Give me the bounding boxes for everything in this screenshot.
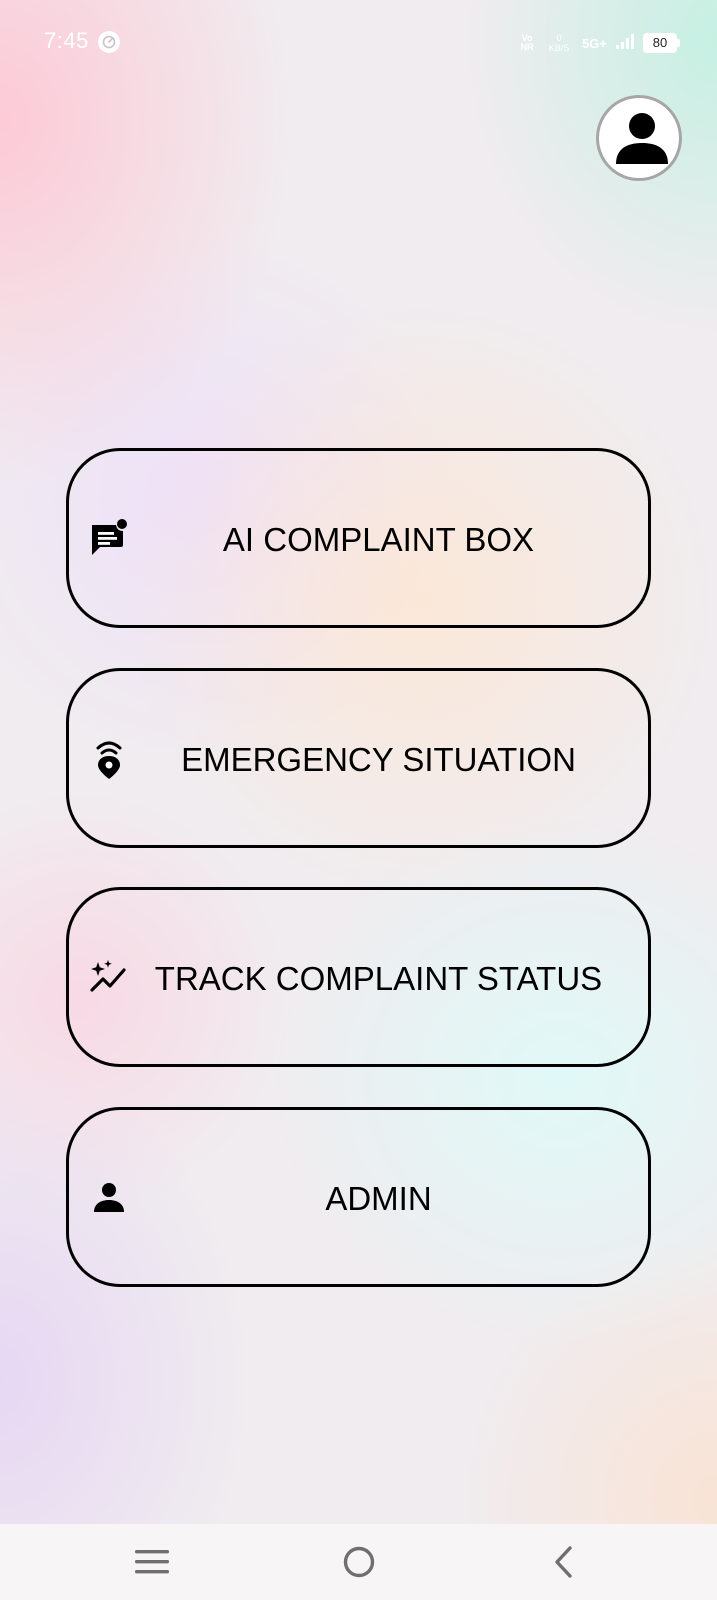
chevron-left-icon <box>555 1546 572 1578</box>
network-speed: 0 KB/S <box>548 33 570 53</box>
profile-avatar-button[interactable] <box>596 95 682 181</box>
menu-lines-icon <box>135 1550 169 1574</box>
status-indicators: Vo NR 0 KB/S 5G+ 80 <box>518 30 680 56</box>
recents-button[interactable] <box>128 1540 176 1584</box>
battery-indicator: 80 <box>643 33 680 53</box>
admin-label: ADMIN <box>325 1180 432 1217</box>
track-complaint-status-label: TRACK COMPLAINT STATUS <box>154 960 603 997</box>
speedometer-icon <box>98 31 120 53</box>
track-complaint-status-button[interactable]: TRACK COMPLAINT STATUS <box>66 887 651 1067</box>
ai-complaint-box-button[interactable]: AI COMPLAINT BOX <box>66 448 651 628</box>
status-bar: 7:45 Vo NR 0 KB/S 5G+ 80 <box>0 0 717 84</box>
status-time: 7:45 <box>44 28 89 53</box>
admin-button[interactable]: ADMIN <box>66 1107 651 1287</box>
network-type: 5G+ <box>582 35 607 51</box>
back-button[interactable] <box>540 1540 588 1584</box>
home-button[interactable] <box>335 1540 383 1584</box>
ai-complaint-box-label: AI COMPLAINT BOX <box>222 521 535 558</box>
circle-home-icon <box>343 1546 375 1578</box>
signal-strength-icon <box>615 32 635 55</box>
system-navigation-bar <box>0 1524 717 1600</box>
emergency-situation-button[interactable]: EMERGENCY SITUATION <box>66 668 651 848</box>
volte-indicator: Vo NR <box>520 33 534 52</box>
emergency-situation-label: EMERGENCY SITUATION <box>181 741 576 778</box>
account-circle-icon <box>616 113 668 164</box>
